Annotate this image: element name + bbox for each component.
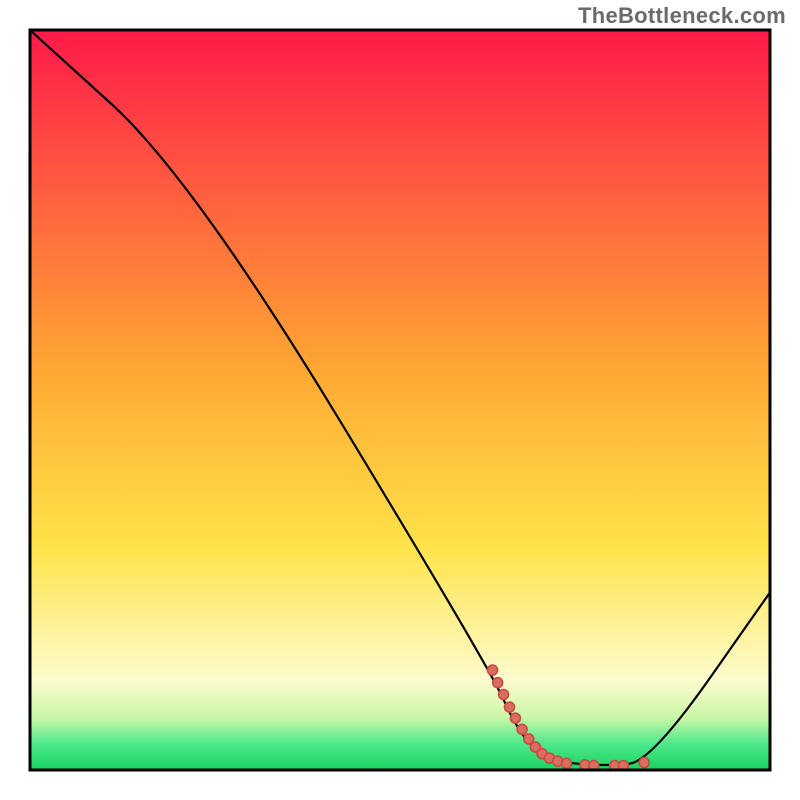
data-dot (493, 678, 503, 688)
data-dot (510, 713, 520, 723)
gradient-background (30, 30, 770, 770)
watermark-text: TheBottleneck.com (578, 3, 786, 29)
data-dot (499, 690, 509, 700)
data-dot (488, 665, 498, 675)
bottleneck-chart (0, 0, 800, 800)
data-dot (517, 724, 527, 734)
data-dot (562, 758, 572, 768)
data-dot (639, 758, 649, 768)
data-dot (505, 702, 515, 712)
